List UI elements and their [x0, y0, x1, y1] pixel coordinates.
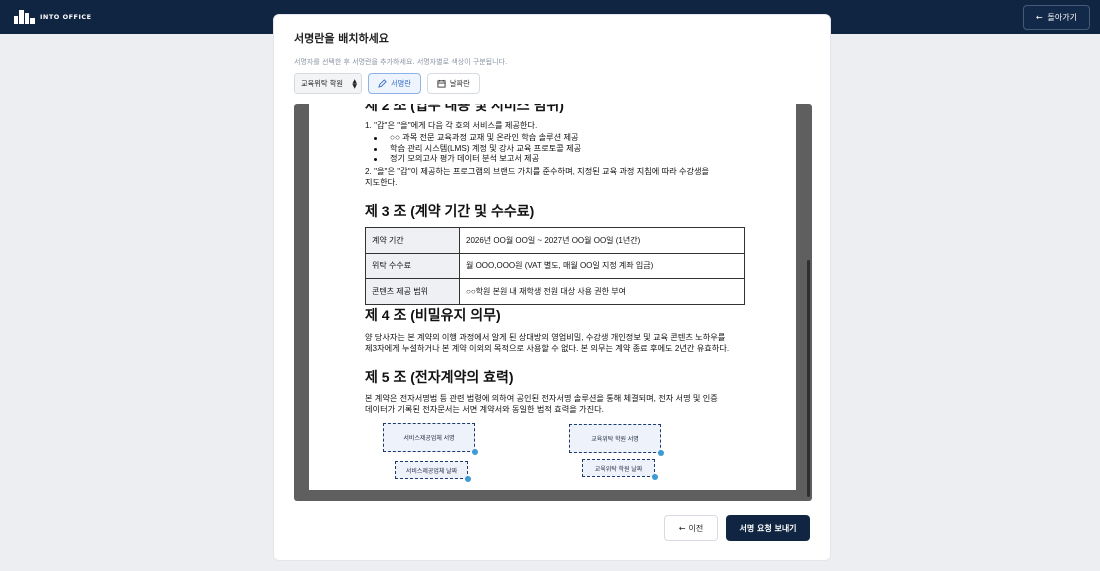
signer-select-value: 교육위탁 학원: [301, 78, 343, 88]
article-5-line-1: 본 계약은 전자서명법 등 관련 법령에 의하여 공인된 전자서명 솔루션을 통…: [365, 394, 718, 403]
table-key: 계약 기간: [365, 227, 460, 254]
viewer-scrollbar[interactable]: [807, 260, 810, 497]
academy-date-field[interactable]: 교육위탁 학원 날짜: [582, 459, 658, 480]
table-row: 위탁 수수료 월 OOO,OOO원 (VAT 별도, 매월 OO일 지정 계좌 입…: [365, 252, 745, 279]
signature-placement-card: 서명란을 배치하세요 서명자를 선택한 후 서명란을 추가하세요. 서명자별로 …: [273, 14, 831, 561]
article-2-item-1: 1. "갑"은 "을"에게 다음 각 호의 서비스를 제공한다.: [365, 121, 538, 130]
send-signature-request-button[interactable]: 서명 요청 보내기: [726, 515, 810, 541]
signer-select[interactable]: 교육위탁 학원 ▲ ▼: [294, 73, 362, 94]
table-row: 콘텐츠 제공 범위 ○○학원 본원 내 재학생 전원 대상 사용 권한 부여: [365, 278, 745, 305]
table-key: 콘텐츠 제공 범위: [365, 278, 460, 305]
previous-button-label: 이전: [688, 523, 704, 533]
table-value: ○○학원 본원 내 재학생 전원 대상 사용 권한 부여: [459, 278, 745, 305]
article-5-body: 본 계약은 전자서명법 등 관련 법령에 의하여 공인된 전자서명 솔루션을 통…: [365, 393, 785, 415]
document-viewer[interactable]: 제 2 조 (업무 내용 및 서비스 범위) 1. "갑"은 "을"에게 다음 …: [294, 104, 812, 501]
resize-handle[interactable]: [652, 474, 658, 480]
article-4-heading: 제 4 조 (비밀유지 의무): [365, 307, 501, 323]
article-2-item-2-line-2: 지도한다.: [365, 178, 398, 187]
list-item: 학습 관리 시스템(LMS) 계정 및 강사 교육 프로토콜 제공: [365, 144, 745, 155]
arrow-left-icon: ←: [678, 523, 686, 533]
select-arrows-icon: ▲ ▼: [352, 77, 357, 90]
brand-logo[interactable]: INTO OFFICE: [14, 10, 92, 24]
pen-icon: [378, 79, 387, 88]
list-item: 정기 모의고사 평가 데이터 분석 보고서 제공: [365, 154, 745, 165]
add-date-field-button[interactable]: 날짜란: [426, 73, 480, 94]
academy-signature-label: 교육위탁 학원 서명: [591, 437, 639, 443]
resize-handle[interactable]: [472, 449, 478, 455]
article-3-heading: 제 3 조 (계약 기간 및 수수료): [365, 203, 535, 219]
article-5-heading: 제 5 조 (전자계약의 효력): [365, 369, 514, 385]
signature-tool-label: 서명란: [391, 78, 411, 88]
table-value: 2026년 OO월 OO일 ~ 2027년 OO월 OO일 (1년간): [459, 227, 745, 254]
resize-handle[interactable]: [658, 450, 664, 456]
contract-terms-table: 계약 기간 2026년 OO월 OO일 ~ 2027년 OO월 OO일 (1년간)…: [365, 227, 745, 305]
table-value: 월 OOO,OOO원 (VAT 별도, 매월 OO일 지정 계좌 입금): [459, 252, 745, 279]
article-4-line-2: 제3자에게 누설하거나 본 계약 이외의 목적으로 사용할 수 없다. 본 의무…: [365, 344, 730, 353]
provider-signature-field[interactable]: 서비스제공업체 서명: [383, 423, 478, 455]
back-button-label: 돌아가기: [1047, 12, 1077, 22]
article-2-heading: 제 2 조 (업무 내용 및 서비스 범위): [365, 104, 564, 113]
previous-button[interactable]: ← 이전: [664, 515, 718, 541]
arrow-left-icon: ←: [1035, 12, 1043, 22]
provider-signature-label: 서비스제공업체 서명: [403, 436, 455, 442]
table-key: 위탁 수수료: [365, 252, 460, 279]
article-2-item-2: 2. "을"은 "갑"이 제공하는 프로그램의 브랜드 가치를 준수하며, 지정…: [365, 166, 765, 188]
article-2-item-2-line-1: 2. "을"은 "갑"이 제공하는 프로그램의 브랜드 가치를 준수하며, 지정…: [365, 167, 710, 176]
service-bullet-list: ○○ 과목 전문 교육과정 교재 및 온라인 학습 솔루션 제공 학습 관리 시…: [365, 133, 745, 165]
article-5-line-2: 데이터가 기록된 전자문서는 서면 계약서와 동일한 법적 효력을 가진다.: [365, 405, 604, 414]
provider-date-field[interactable]: 서비스제공업체 날짜: [395, 461, 471, 482]
footer-actions: ← 이전 서명 요청 보내기: [664, 515, 810, 541]
resize-handle[interactable]: [465, 476, 471, 482]
page-title: 서명란을 배치하세요: [294, 32, 389, 45]
building-logo-icon: [14, 10, 35, 24]
calendar-icon: [437, 79, 446, 88]
table-row: 계약 기간 2026년 OO월 OO일 ~ 2027년 OO월 OO일 (1년간): [365, 227, 745, 254]
academy-date-label: 교육위탁 학원 날짜: [594, 466, 643, 473]
list-item: ○○ 과목 전문 교육과정 교재 및 온라인 학습 솔루션 제공: [365, 133, 745, 144]
article-4-line-1: 양 당사자는 본 계약의 이행 과정에서 알게 된 상대방의 영업비밀, 수강생…: [365, 333, 726, 342]
instruction-text: 서명자를 선택한 후 서명란을 추가하세요. 서명자별로 색상이 구분됩니다.: [294, 58, 508, 66]
date-tool-label: 날짜란: [449, 78, 470, 88]
article-4-body: 양 당사자는 본 계약의 이행 과정에서 알게 된 상대방의 영업비밀, 수강생…: [365, 332, 785, 354]
academy-signature-field[interactable]: 교육위탁 학원 서명: [569, 424, 664, 456]
add-signature-field-button[interactable]: 서명란: [368, 73, 421, 94]
brand-name: INTO OFFICE: [40, 13, 92, 21]
document-page[interactable]: 제 2 조 (업무 내용 및 서비스 범위) 1. "갑"은 "을"에게 다음 …: [309, 104, 796, 490]
back-button[interactable]: ← 돌아가기: [1022, 4, 1090, 30]
field-toolbar: 교육위탁 학원 ▲ ▼ 서명란 날짜란: [294, 73, 480, 94]
provider-date-label: 서비스제공업체 날짜: [405, 468, 458, 475]
